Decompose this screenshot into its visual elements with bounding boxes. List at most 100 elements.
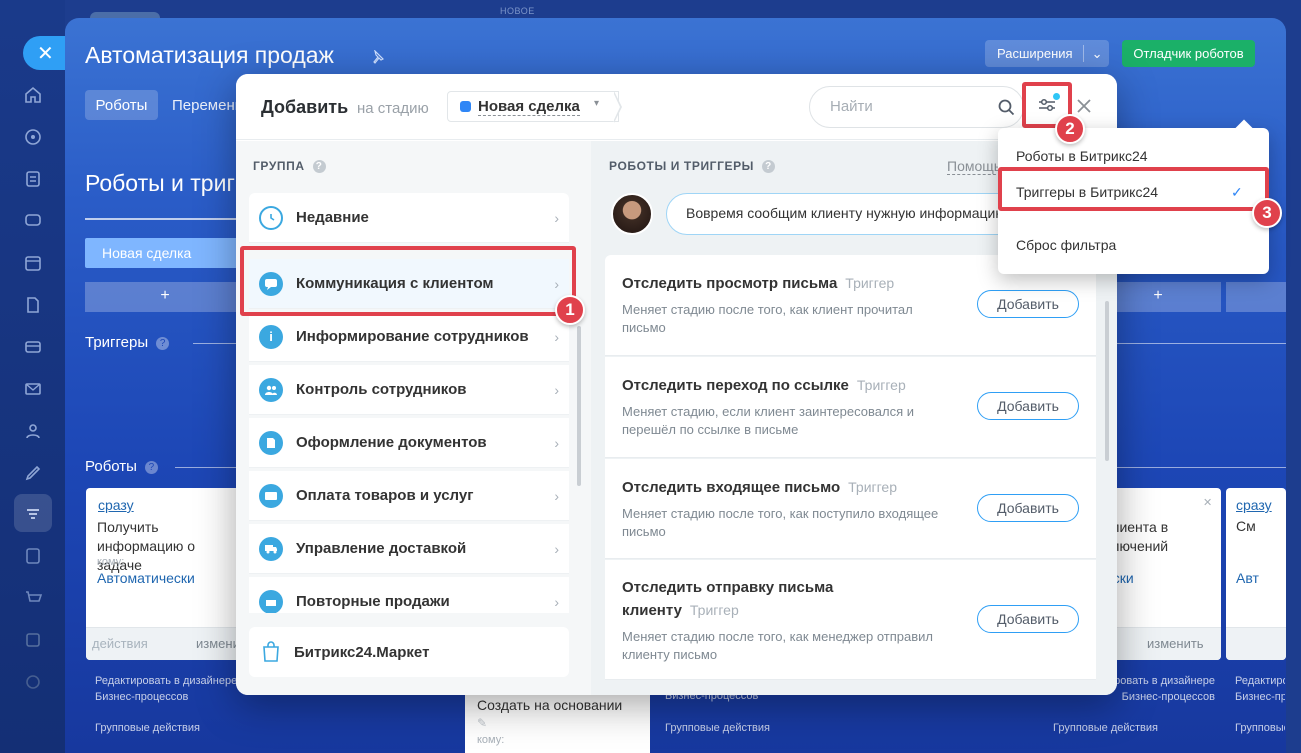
wallet-icon — [259, 483, 283, 508]
settings-icon[interactable] — [22, 671, 44, 693]
group-item-employee-info[interactable]: i Информирование сотрудников › — [249, 312, 569, 362]
close-icon[interactable]: ✕ — [1203, 496, 1212, 509]
tab-robots[interactable]: Роботы — [85, 90, 158, 120]
chevron-right-icon: › — [554, 540, 559, 557]
scrollbar[interactable] — [577, 326, 581, 486]
robot-debugger-button[interactable]: Отладчик роботов — [1122, 40, 1255, 67]
scrollbar[interactable] — [1105, 301, 1109, 461]
stage-selector[interactable]: Новая сделка ▾ — [447, 91, 619, 122]
market-button[interactable]: Битрикс24.Маркет — [249, 627, 569, 677]
group-label: Оформление документов — [296, 434, 487, 451]
search-field[interactable] — [809, 86, 1024, 128]
add-stage-button-3[interactable] — [1226, 282, 1286, 312]
trigger-title: Отследить отправку письма клиенту Триггер — [622, 579, 834, 619]
page-title: Автоматизация продаж — [85, 42, 334, 68]
group-item-payments[interactable]: Оплата товаров и услуг › — [249, 471, 569, 521]
robots-section-label: Роботы? — [85, 458, 158, 475]
search-icon[interactable] — [998, 99, 1015, 116]
robot-when[interactable]: сразу — [98, 497, 134, 513]
activity-icon[interactable] — [22, 126, 44, 148]
reset-filter-option[interactable]: Сброс фильтра — [1016, 237, 1116, 253]
divider — [175, 467, 245, 468]
chat-icon[interactable] — [22, 210, 44, 232]
edit-in-designer-link[interactable]: Редактировать в дизайнереБизнес-процессо… — [95, 673, 255, 705]
avatar — [611, 193, 653, 235]
card-icon[interactable] — [22, 336, 44, 358]
group-actions-link[interactable]: Групповые действия — [665, 720, 770, 736]
robot-to-label: кому: — [97, 556, 125, 568]
extensions-button[interactable]: Расширения ⌄ — [985, 40, 1109, 67]
add-trigger-button[interactable]: Добавить — [977, 290, 1079, 318]
form-icon[interactable] — [22, 545, 44, 567]
filter-icon[interactable] — [22, 503, 44, 525]
tasks-icon[interactable] — [22, 168, 44, 190]
filter-dropdown: Роботы в Битрикс24 Триггеры в Битрикс24 … — [998, 119, 1269, 274]
filter-robots-option[interactable]: Роботы в Битрикс24 — [1016, 148, 1148, 164]
group-item-employee-control[interactable]: Контроль сотрудников › — [249, 365, 569, 415]
add-trigger-button[interactable]: Добавить — [977, 494, 1079, 522]
triggers-section-label: Триггеры? — [85, 334, 170, 351]
chart-icon[interactable] — [22, 629, 44, 651]
close-icon[interactable] — [1076, 98, 1092, 114]
help-icon[interactable]: ? — [312, 160, 326, 173]
cart-icon[interactable] — [22, 587, 44, 609]
close-slider-button[interactable]: ✕ — [23, 36, 65, 70]
group-actions-link[interactable]: Групповые действия — [1045, 720, 1158, 736]
left-sidebar: ✕ — [0, 0, 65, 753]
new-badge: НОВОЕ — [500, 6, 535, 16]
calendar-icon[interactable] — [22, 252, 44, 274]
group-item-repeat-sales[interactable]: Повторные продажи › — [249, 577, 569, 613]
documents-icon[interactable] — [22, 294, 44, 316]
help-link[interactable]: Помощь — [947, 158, 1001, 175]
dialog-title: Добавить — [261, 97, 349, 117]
stage-arrow-inner — [613, 92, 620, 122]
help-icon[interactable]: ? — [144, 461, 158, 474]
group-actions-link[interactable]: Групповые действия — [1235, 720, 1285, 736]
chevron-right-icon: › — [554, 487, 559, 504]
group-actions-link[interactable]: Групповые действия — [95, 720, 200, 736]
add-stage-button[interactable]: + — [85, 282, 245, 312]
divider — [1095, 467, 1286, 468]
robot-card-footer — [1226, 627, 1286, 660]
market-bag-icon — [261, 641, 281, 663]
add-trigger-button[interactable]: Добавить — [977, 605, 1079, 633]
home-icon[interactable] — [22, 84, 44, 106]
extensions-label: Расширения — [985, 45, 1084, 62]
trigger-card: Отследить переход по ссылке Триггер Меняе… — [605, 357, 1096, 458]
robot-card[interactable]: сразу Получить информацию о задаче кому:… — [86, 488, 253, 660]
add-trigger-button[interactable]: Добавить — [977, 392, 1079, 420]
trigger-description: Меняет стадию после того, как менеджер о… — [622, 629, 933, 662]
robot-edit-link[interactable]: изменить — [1147, 636, 1204, 651]
robot-to-value[interactable]: Автоматически — [97, 570, 195, 586]
group-item-delivery[interactable]: Управление доставкой › — [249, 524, 569, 574]
trigger-title: Отследить просмотр письма Триггер — [622, 275, 895, 292]
add-robot-dialog: Добавить на стадию Новая сделка ▾ ГРУППА… — [236, 74, 1117, 695]
trigger-card: Отследить отправку письма клиенту Триггер … — [605, 560, 1096, 680]
contacts-icon[interactable] — [22, 420, 44, 442]
truck-icon — [259, 536, 283, 561]
help-icon[interactable]: ? — [762, 160, 776, 173]
clock-icon — [259, 205, 283, 230]
step-badge-3: 3 — [1252, 198, 1282, 228]
group-label: Недавние — [296, 209, 369, 226]
pin-icon[interactable] — [370, 50, 384, 64]
chevron-right-icon: › — [554, 593, 559, 610]
group-label: Повторные продажи — [296, 593, 450, 610]
search-input[interactable] — [830, 98, 980, 115]
robot-card[interactable]: сразу См Авт — [1226, 488, 1286, 660]
edit-in-designer-link[interactable]: Редактировать в дизайнереБизнес-процессо… — [1235, 673, 1285, 705]
robot-actions-link[interactable]: действия — [92, 636, 148, 651]
chevron-down-icon: ▾ — [594, 98, 600, 109]
group-item-documents[interactable]: Оформление документов › — [249, 418, 569, 468]
help-icon[interactable]: ? — [156, 337, 170, 350]
group-item-recent[interactable]: Недавние › — [249, 193, 569, 243]
divider — [1095, 343, 1286, 344]
robot-when[interactable]: сразу — [1236, 497, 1272, 513]
stage-label: на стадию — [357, 100, 429, 117]
robot-to-value[interactable]: Авт — [1236, 570, 1259, 586]
mail-icon[interactable] — [22, 378, 44, 400]
trigger-description: Меняет стадию после того, как клиент про… — [622, 302, 913, 335]
dialog-header: Добавить на стадию Новая сделка ▾ — [236, 74, 1117, 140]
pencil-icon[interactable]: ✎ — [477, 716, 487, 730]
sign-icon[interactable] — [22, 462, 44, 484]
